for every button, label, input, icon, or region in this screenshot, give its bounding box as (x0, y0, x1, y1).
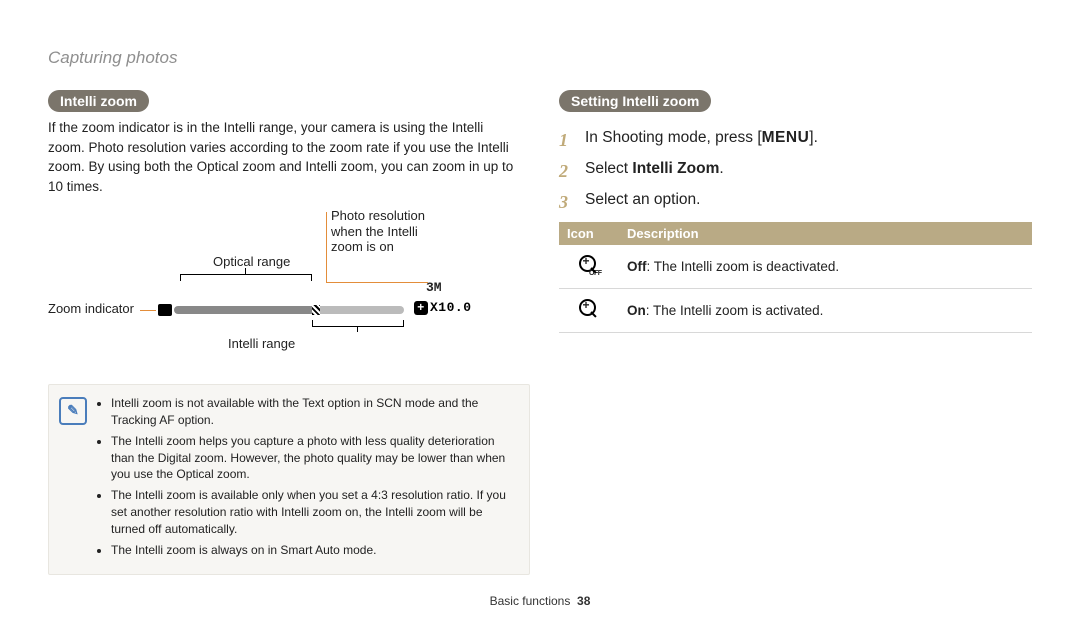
optical-range-bracket (180, 274, 312, 281)
step-2: 2 Select Intelli Zoom. (559, 157, 1032, 186)
bracket-tick (357, 326, 358, 332)
photo-resolution-label: Photo resolution when the Intelli zoom i… (331, 208, 425, 255)
zoom-diagram: Photo resolution when the Intelli zoom i… (48, 208, 521, 378)
step-number: 3 (559, 188, 575, 217)
table-header-row: Icon Description (559, 222, 1032, 245)
callout-line (326, 282, 428, 283)
options-table: Icon Description +OFF Off: The Intelli z… (559, 222, 1032, 333)
step-3: 3 Select an option. (559, 188, 1032, 217)
callout-line (326, 212, 327, 282)
menu-button-label: MENU (762, 129, 810, 146)
note-item: Intelli zoom is not available with the T… (111, 395, 517, 429)
breadcrumb: Capturing photos (48, 48, 1032, 68)
option-name: On (627, 303, 646, 318)
table-row: + On: The Intelli zoom is activated. (559, 289, 1032, 333)
optical-range-label: Optical range (213, 254, 290, 269)
step-text: In Shooting mode, press [ (585, 129, 762, 146)
step-number: 2 (559, 157, 575, 186)
manual-page: Capturing photos Intelli zoom If the zoo… (0, 0, 1080, 630)
left-column: Intelli zoom If the zoom indicator is in… (48, 90, 521, 575)
zoom-indicator-chip (158, 304, 172, 316)
step-text: Select (585, 160, 632, 177)
note-item: The Intelli zoom is available only when … (111, 487, 517, 537)
page-footer: Basic functions 38 (0, 594, 1080, 608)
intelli-zoom-on-icon: + (579, 299, 599, 319)
note-item: The Intelli zoom is always on in Smart A… (111, 542, 517, 559)
page-number: 38 (577, 594, 590, 608)
callout-line (140, 310, 156, 311)
intelli-range-label: Intelli range (228, 336, 295, 351)
two-column-layout: Intelli zoom If the zoom indicator is in… (48, 90, 1032, 575)
col-header-icon: Icon (559, 222, 619, 245)
note-box: ✎ Intelli zoom is not available with the… (48, 384, 530, 575)
footer-section: Basic functions (490, 594, 571, 608)
intelli-zoom-off-icon: +OFF (579, 255, 599, 275)
zoom-readout: +X10.0 (414, 300, 472, 315)
option-desc: : The Intelli zoom is activated. (646, 303, 824, 318)
zoom-bar (174, 306, 404, 314)
bracket-tick (245, 268, 246, 274)
step-text: ]. (809, 129, 818, 146)
step-1: 1 In Shooting mode, press [MENU]. (559, 126, 1032, 155)
plus-icon: + (414, 301, 428, 315)
step-number: 1 (559, 126, 575, 155)
step-text: Select an option. (585, 188, 700, 217)
option-name: Off (627, 259, 647, 274)
note-item: The Intelli zoom helps you capture a pho… (111, 433, 517, 483)
zoom-indicator-label: Zoom indicator (48, 301, 134, 316)
intelli-range-bracket (312, 320, 404, 327)
right-column: Setting Intelli zoom 1 In Shooting mode,… (559, 90, 1032, 575)
step-bold: Intelli Zoom (632, 160, 719, 177)
zoom-value: X10.0 (430, 300, 472, 315)
section-pill-setting-intelli-zoom: Setting Intelli zoom (559, 90, 711, 112)
note-icon: ✎ (59, 397, 87, 425)
note-list: Intelli zoom is not available with the T… (95, 395, 517, 562)
col-header-description: Description (619, 222, 1032, 245)
photo-resolution-value: 3M (426, 280, 442, 295)
option-desc: : The Intelli zoom is deactivated. (647, 259, 840, 274)
step-text: . (719, 160, 723, 177)
section-pill-intelli-zoom: Intelli zoom (48, 90, 149, 112)
steps-list: 1 In Shooting mode, press [MENU]. 2 Sele… (559, 126, 1032, 216)
table-row: +OFF Off: The Intelli zoom is deactivate… (559, 245, 1032, 289)
intro-paragraph: If the zoom indicator is in the Intelli … (48, 118, 521, 196)
